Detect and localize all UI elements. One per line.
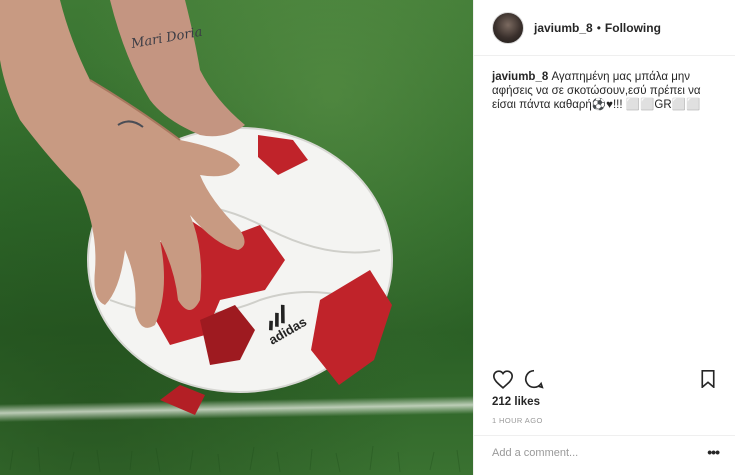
header-username[interactable]: javiumb_8 [534,21,593,35]
following-button[interactable]: Following [605,21,661,35]
comment-input[interactable]: Add a comment... [492,447,578,459]
instagram-post: adidas Mari Doria javiumb_8 • Following … [0,0,735,475]
post-header: javiumb_8 • Following [474,0,735,56]
post-sidebar: javiumb_8 • Following javiumb_8 Αγαπημέν… [473,0,735,475]
header-separator: • [596,20,601,35]
post-timestamp: 1 HOUR AGO [492,416,543,425]
more-options-icon[interactable]: ••• [707,444,720,460]
heart-icon[interactable] [492,368,514,390]
post-caption: javiumb_8 Αγαπημένη μας μπάλα μην αφήσει… [474,56,735,112]
post-image[interactable]: adidas Mari Doria [0,0,473,475]
likes-count[interactable]: 212 likes [492,396,540,408]
caption-username[interactable]: javiumb_8 [492,71,548,83]
bookmark-icon[interactable] [697,368,719,390]
comment-icon[interactable] [523,368,545,390]
hands-and-ball-illustration: adidas Mari Doria [0,0,461,473]
comment-box: Add a comment... ••• [474,435,735,476]
avatar[interactable] [492,11,524,44]
action-bar [492,366,719,392]
